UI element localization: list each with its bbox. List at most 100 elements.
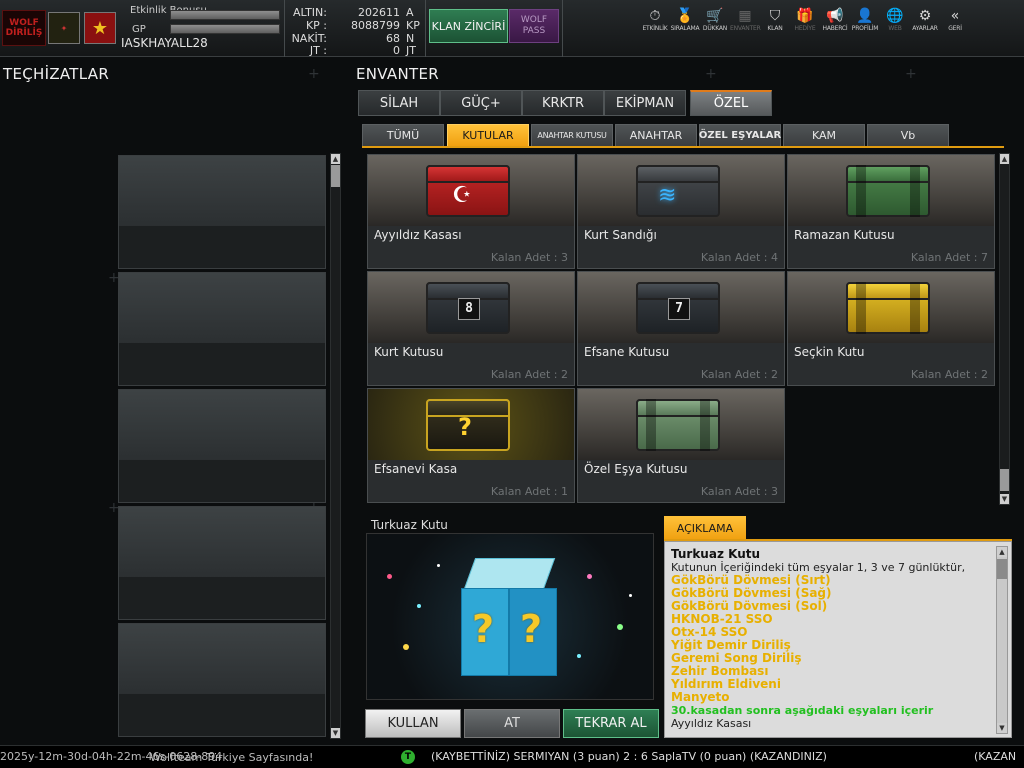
item-name: Ramazan Kutusu — [794, 228, 895, 242]
equipment-slot[interactable] — [118, 272, 326, 386]
wolf-pass-button[interactable]: WOLF PASS — [509, 9, 559, 43]
tab-special[interactable]: ÖZEL — [690, 90, 772, 116]
nav-inventory[interactable]: ▦ ENVANTER — [730, 8, 761, 32]
nav-gift[interactable]: 🎁 HEDİYE — [790, 8, 820, 32]
item-card[interactable]: ≋ Kurt Sandığı Kalan Adet : 4 — [577, 154, 785, 269]
item-card[interactable]: Seçkin Kutu Kalan Adet : 2 — [787, 271, 995, 386]
rebuy-button[interactable]: TEKRAR AL — [563, 709, 659, 738]
scroll-down-icon[interactable]: ▼ — [997, 723, 1007, 733]
sparkle — [577, 654, 581, 658]
rank-badge: ✦ — [48, 12, 80, 44]
gear-icon: ⚙ — [918, 8, 932, 24]
subtab-other[interactable]: Vb — [867, 124, 949, 147]
bonus-note: 30.kasadan sonra aşağıdaki eşyaları içer… — [671, 704, 934, 717]
item-card[interactable]: 8 Kurt Kutusu Kalan Adet : 2 — [367, 271, 575, 386]
selected-item-title: Turkuaz Kutu — [371, 518, 448, 532]
item-image — [578, 389, 784, 460]
item-image — [788, 272, 994, 343]
drop-button[interactable]: AT — [464, 709, 560, 738]
nav-event[interactable]: ⏱ ETKİNLİK — [640, 8, 670, 32]
decor-plus: + — [705, 66, 717, 82]
profile-icon: 👤 — [856, 8, 874, 24]
crescent-star-icon: ☪ — [452, 183, 472, 208]
clan-chain-button[interactable]: KLAN ZİNCİRİ — [429, 9, 508, 43]
tab-power[interactable]: GÜÇ+ — [440, 90, 522, 116]
item-count: Kalan Adet : 7 — [910, 251, 988, 264]
item-image: ☪ — [368, 155, 574, 226]
tab-equipment[interactable]: EKİPMAN — [604, 90, 686, 116]
sparkle — [617, 624, 623, 630]
equipment-scrollbar[interactable]: ▲ ▼ — [330, 153, 341, 739]
item-card[interactable]: Ramazan Kutusu Kalan Adet : 7 — [787, 154, 995, 269]
main-nav: ⏱ ETKİNLİK 🏅 SIRALAMA 🛒 DÜKKAN ▦ ENVANTER ⛉ K… — [640, 8, 970, 32]
nav-web[interactable]: 🌐 WEB — [880, 8, 910, 32]
nav-settings[interactable]: ⚙ AYARLAR — [910, 8, 940, 32]
scroll-up-icon[interactable]: ▲ — [331, 154, 340, 164]
decor-plus: + — [308, 66, 320, 82]
tab-character[interactable]: KRKTR — [522, 90, 604, 116]
sparkle — [387, 574, 392, 579]
item-name: Seçkin Kutu — [794, 345, 865, 359]
description-scrollbar[interactable]: ▲ ▼ — [996, 546, 1008, 734]
equipment-slot[interactable] — [118, 389, 326, 503]
scroll-thumb[interactable] — [331, 165, 340, 187]
nav-back[interactable]: «GERİ — [940, 8, 970, 32]
item-count: Kalan Adet : 3 — [490, 251, 568, 264]
item-image: 8 — [368, 272, 574, 343]
subtab-all[interactable]: TÜMÜ — [362, 124, 444, 147]
equipment-slot[interactable] — [118, 623, 326, 737]
description-tab[interactable]: AÇIKLAMA — [664, 516, 746, 540]
content-item: Manyeto — [671, 690, 730, 704]
item-image — [788, 155, 994, 226]
scroll-thumb[interactable] — [997, 559, 1007, 579]
item-name: Özel Eşya Kutusu — [584, 462, 688, 476]
scroll-thumb[interactable] — [1000, 469, 1009, 491]
medal-icon: 🏅 — [676, 8, 694, 24]
scroll-down-icon[interactable]: ▼ — [1000, 494, 1009, 504]
gp-label: GP — [132, 24, 146, 35]
use-button[interactable]: KULLAN — [365, 709, 461, 738]
nav-profile[interactable]: 👤 PROFİLİM — [850, 8, 880, 32]
shield-icon: ⛉ — [769, 8, 781, 24]
nav-ranking[interactable]: 🏅 SIRALAMA — [670, 8, 700, 32]
nav-clan[interactable]: ⛉ KLAN — [760, 8, 790, 32]
item-count: Kalan Adet : 1 — [490, 485, 568, 498]
inventory-icon: ▦ — [738, 8, 752, 24]
top-bar: WOLF DİRİLİŞ ✦ ★ Etkinlik Bonusu GP IASK… — [0, 0, 1024, 57]
item-grid-scrollbar[interactable]: ▲ ▼ — [999, 153, 1010, 505]
subtab-boxes[interactable]: KUTULAR — [447, 124, 529, 147]
subtab-cam[interactable]: KAM — [783, 124, 865, 147]
item-name: Ayyıldız Kasası — [374, 228, 462, 242]
sparkle — [587, 574, 592, 579]
stopwatch-icon: ⏱ — [649, 8, 661, 24]
equipment-slot[interactable] — [118, 506, 326, 620]
item-name: Kurt Kutusu — [374, 345, 444, 359]
sparkle — [629, 594, 632, 597]
nav-messenger[interactable]: 📢 HABERCİ — [820, 8, 850, 32]
item-card[interactable]: 7 Efsane Kutusu Kalan Adet : 2 — [577, 271, 785, 386]
divider — [425, 0, 426, 57]
subtab-keys[interactable]: ANAHTAR — [615, 124, 697, 147]
sparkle — [437, 564, 440, 567]
clan-badge: ★ — [84, 12, 116, 44]
scroll-up-icon[interactable]: ▲ — [1000, 154, 1009, 164]
gold-unit: A — [406, 6, 414, 19]
subtab-special-items[interactable]: ÖZEL EŞYALAR — [699, 124, 781, 147]
decor-plus: + — [905, 66, 917, 82]
ticker-overflow: (KAZAN — [974, 750, 1017, 763]
equipment-slot[interactable] — [118, 155, 326, 269]
subtab-key-box[interactable]: ANAHTAR KUTUSU — [531, 124, 613, 147]
item-card[interactable]: Özel Eşya Kutusu Kalan Adet : 3 — [577, 388, 785, 503]
nav-shop[interactable]: 🛒 DÜKKAN — [700, 8, 730, 32]
jt-unit: JT — [406, 44, 416, 57]
item-name: Efsanevi Kasa — [374, 462, 458, 476]
item-card[interactable]: ? Efsanevi Kasa Kalan Adet : 1 — [367, 388, 575, 503]
megaphone-icon: 📢 — [826, 8, 844, 24]
item-card[interactable]: ☪ Ayyıldız Kasası Kalan Adet : 3 — [367, 154, 575, 269]
team-icon: T — [401, 750, 415, 764]
scroll-up-icon[interactable]: ▲ — [997, 547, 1007, 557]
sparkle — [417, 604, 421, 608]
kp-value: 8088799 — [351, 19, 400, 32]
tab-weapon[interactable]: SİLAH — [358, 90, 440, 116]
scroll-down-icon[interactable]: ▼ — [331, 728, 340, 738]
